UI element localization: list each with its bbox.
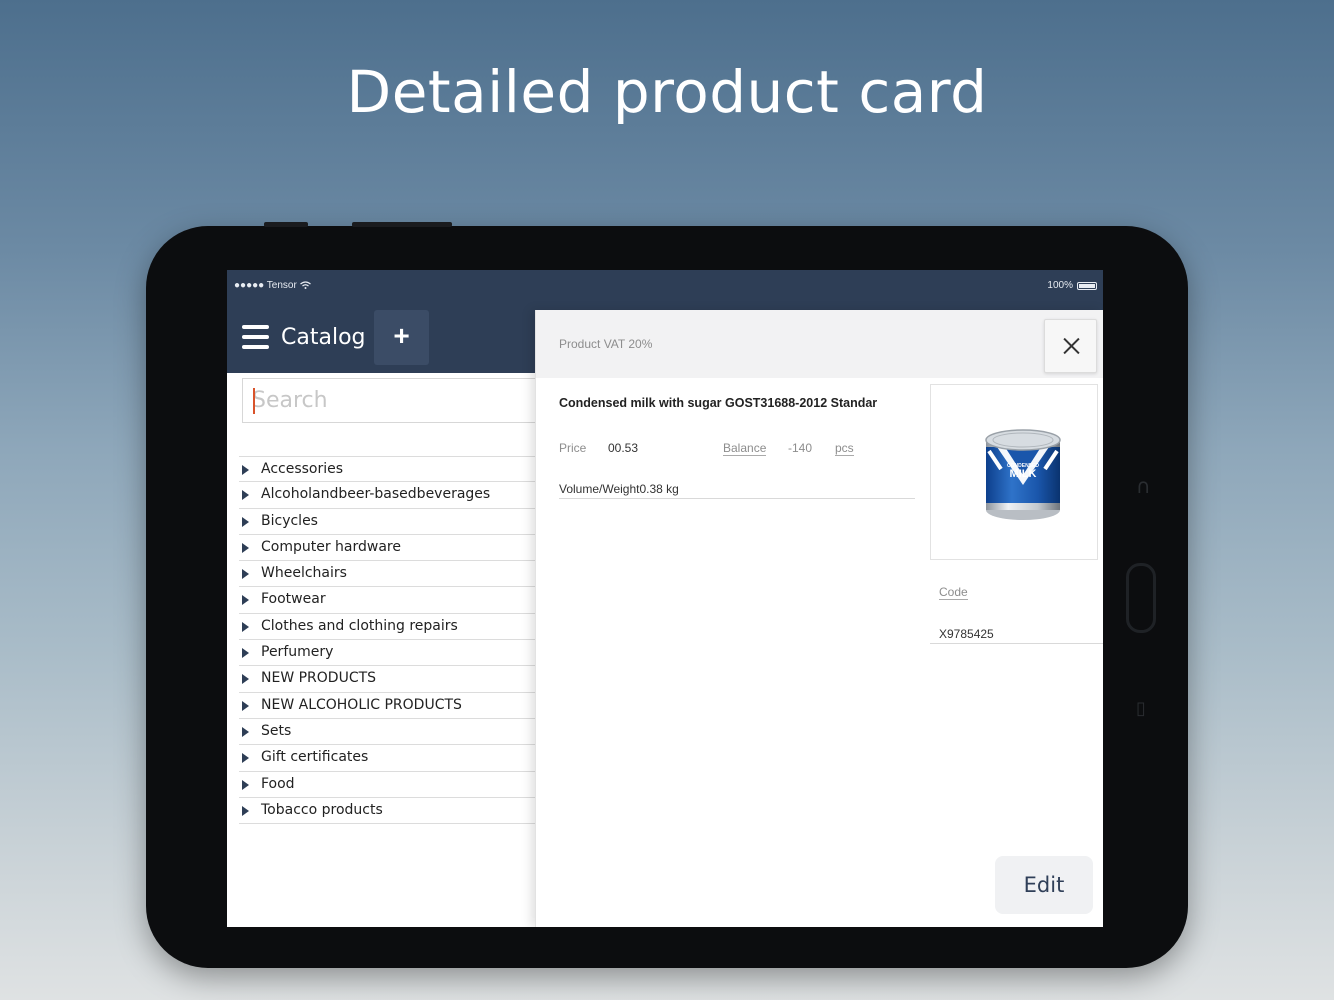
catalog-item[interactable]: Accessories xyxy=(239,456,535,483)
catalog-item-label: Gift certificates xyxy=(261,749,369,766)
recent-apps-icon: ▯ xyxy=(1136,698,1146,719)
catalog-item[interactable]: Perfumery xyxy=(239,640,535,667)
vat-label: Product VAT 20% xyxy=(559,337,653,351)
text-cursor xyxy=(253,388,255,414)
catalog-item-label: Accessories xyxy=(261,461,344,477)
volume-weight-field[interactable]: Volume/Weight0.38 kg xyxy=(559,482,915,499)
catalog-item[interactable]: Footwear xyxy=(239,587,535,614)
expand-arrow-icon[interactable] xyxy=(242,674,249,685)
catalog-item-label: Alcoholandbeer-basedbeverages xyxy=(261,486,491,503)
catalog-item[interactable]: Gift certificates xyxy=(239,745,535,772)
catalog-item[interactable]: NEW PRODUCTS xyxy=(239,666,535,693)
back-key-icon: ∩ xyxy=(1136,474,1151,498)
catalog-item-label: Computer hardware xyxy=(261,538,401,555)
catalog-item[interactable]: Bicycles xyxy=(239,509,535,535)
expand-arrow-icon[interactable] xyxy=(242,595,249,606)
product-card-header: Product VAT 20% xyxy=(536,310,1103,378)
search-placeholder: Search xyxy=(252,388,328,413)
balance-value: -140 xyxy=(788,441,813,455)
battery-status: 100% xyxy=(1047,280,1097,291)
carrier-label: ●●●●● Tensor xyxy=(234,280,311,291)
balance-link[interactable]: Balance xyxy=(723,441,767,456)
page-headline: Detailed product card xyxy=(346,58,988,126)
tablet-device: ∩ ▯ ●●●●● Tensor 100% Catalog + Search A… xyxy=(146,222,1188,968)
price-value: 00.53 xyxy=(608,441,639,455)
wifi-icon xyxy=(299,281,311,290)
price-label: Price xyxy=(559,441,587,455)
expand-arrow-icon[interactable] xyxy=(242,700,249,711)
expand-arrow-icon[interactable] xyxy=(242,726,249,737)
product-image[interactable]: CONDENSED MILK xyxy=(930,384,1098,560)
expand-arrow-icon[interactable] xyxy=(242,542,249,553)
catalog-item-label: Wheelchairs xyxy=(261,565,347,582)
catalog-item[interactable]: Alcoholandbeer-basedbeverages xyxy=(239,482,535,509)
catalog-item-label: Clothes and clothing repairs xyxy=(261,617,458,634)
catalog-item-label: NEW ALCOHOLIC PRODUCTS xyxy=(261,696,462,713)
search-input[interactable]: Search xyxy=(242,378,538,423)
menu-icon[interactable] xyxy=(242,325,270,351)
expand-arrow-icon[interactable] xyxy=(242,516,249,527)
catalog-item-label: Sets xyxy=(261,722,292,739)
catalog-item-label: Footwear xyxy=(261,591,326,608)
catalog-item[interactable]: Food xyxy=(239,772,535,798)
expand-arrow-icon[interactable] xyxy=(242,621,249,632)
expand-arrow-icon[interactable] xyxy=(242,569,249,580)
catalog-list: Accessories Alcoholandbeer-basedbeverages… xyxy=(239,456,535,825)
catalog-item[interactable]: Wheelchairs xyxy=(239,561,535,588)
catalog-item[interactable]: Sets xyxy=(239,719,535,746)
catalog-item-label: Bicycles xyxy=(261,512,318,529)
catalog-title: Catalog xyxy=(281,325,366,350)
catalog-item-label: Food xyxy=(261,775,295,792)
catalog-item[interactable]: Tobacco products xyxy=(239,798,535,825)
volume-button xyxy=(264,222,308,227)
can-brand-big: MILK xyxy=(1010,468,1037,480)
expand-arrow-icon[interactable] xyxy=(242,753,249,764)
expand-arrow-icon[interactable] xyxy=(242,805,249,816)
code-field[interactable]: X9785425 xyxy=(930,627,1103,644)
expand-arrow-icon[interactable] xyxy=(242,648,249,659)
battery-icon xyxy=(1077,281,1097,290)
close-button[interactable] xyxy=(1044,319,1097,373)
expand-arrow-icon[interactable] xyxy=(242,779,249,790)
catalog-item[interactable]: Clothes and clothing repairs xyxy=(239,614,535,641)
tablet-screen: ●●●●● Tensor 100% Catalog + Search Acces… xyxy=(227,270,1103,927)
catalog-item-label: Tobacco products xyxy=(261,801,383,818)
catalog-item[interactable]: Computer hardware xyxy=(239,535,535,562)
expand-arrow-icon[interactable] xyxy=(242,465,249,475)
power-button xyxy=(352,222,452,227)
unit-link[interactable]: pcs xyxy=(835,441,854,456)
edit-button[interactable]: Edit xyxy=(995,856,1093,914)
catalog-header: Catalog + xyxy=(227,310,535,373)
home-button xyxy=(1126,563,1156,633)
product-card: Product VAT 20% Condensed milk with suga… xyxy=(535,310,1103,927)
catalog-item-label: NEW PRODUCTS xyxy=(261,670,377,687)
add-button[interactable]: + xyxy=(374,310,429,365)
catalog-item-label: Perfumery xyxy=(261,644,334,661)
expand-arrow-icon[interactable] xyxy=(242,490,249,501)
product-name: Condensed milk with sugar GOST31688-2012… xyxy=(559,396,878,410)
code-label[interactable]: Code xyxy=(939,585,968,600)
catalog-panel: Catalog + Search Accessories Alcoholandbe… xyxy=(227,310,538,927)
catalog-item[interactable]: NEW ALCOHOLIC PRODUCTS xyxy=(239,693,535,719)
status-bar: ●●●●● Tensor 100% xyxy=(227,270,1103,310)
condensed-milk-can-icon: CONDENSED MILK xyxy=(985,429,1061,520)
